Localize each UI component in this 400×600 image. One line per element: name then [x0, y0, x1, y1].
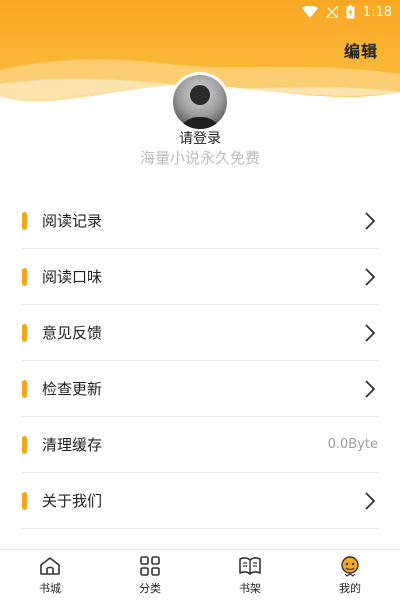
menu-item-label: 清理缓存 — [42, 436, 103, 454]
avatar-image — [181, 85, 219, 129]
menu-item-reading-taste[interactable]: 阅读口味 — [22, 249, 378, 305]
profile-icon — [339, 555, 361, 577]
login-link[interactable]: 请登录 — [0, 128, 400, 148]
cache-size-value: 0.0Byte — [327, 437, 378, 452]
chevron-right-icon — [362, 323, 378, 343]
menu-item-feedback[interactable]: 意见反馈 — [22, 305, 378, 361]
menu-item-check-update[interactable]: 检查更新 — [22, 361, 378, 417]
settings-menu: 阅读记录 阅读口味 意见反馈 检查更新 清理缓存 0.0Byte 关于我们 — [0, 193, 400, 529]
menu-item-label: 检查更新 — [42, 380, 103, 398]
menu-accent-bar — [22, 211, 27, 230]
avatar[interactable] — [170, 72, 230, 132]
menu-accent-bar — [22, 267, 27, 286]
tab-bookshelf[interactable]: 书架 — [200, 550, 300, 600]
status-time: 1:18 — [362, 4, 392, 20]
chevron-right-icon — [362, 211, 378, 231]
wifi-icon — [301, 6, 318, 18]
tab-label: 书城 — [39, 581, 61, 595]
tab-category[interactable]: 分类 — [100, 550, 200, 600]
book-icon — [239, 555, 261, 577]
menu-item-label: 阅读记录 — [42, 212, 103, 230]
chevron-right-icon — [362, 267, 378, 287]
bottom-tab-bar: 书城 分类 书架 我的 — [0, 549, 400, 600]
tab-bookstore[interactable]: 书城 — [0, 550, 100, 600]
home-icon — [39, 555, 61, 577]
chevron-right-icon — [362, 491, 378, 511]
grid-icon — [140, 555, 160, 577]
edit-button[interactable]: 编辑 — [344, 38, 378, 62]
tab-label: 分类 — [139, 581, 161, 595]
tab-mine[interactable]: 我的 — [300, 550, 400, 600]
menu-item-clear-cache[interactable]: 清理缓存 0.0Byte — [22, 417, 378, 473]
menu-accent-bar — [22, 435, 27, 454]
menu-item-label: 关于我们 — [42, 492, 103, 510]
menu-item-about-us[interactable]: 关于我们 — [22, 473, 378, 529]
slogan-text: 海量小说永久免费 — [139, 149, 260, 167]
menu-accent-bar — [22, 379, 27, 398]
status-bar: 1:18 — [301, 0, 392, 24]
menu-item-reading-history[interactable]: 阅读记录 — [22, 193, 378, 249]
no-signal-icon — [325, 6, 338, 18]
menu-accent-bar — [22, 323, 27, 342]
menu-item-label: 意见反馈 — [42, 324, 103, 342]
chevron-right-icon — [362, 379, 378, 399]
tab-label: 书架 — [239, 581, 261, 595]
menu-item-label: 阅读口味 — [42, 268, 103, 286]
menu-accent-bar — [22, 491, 27, 510]
tab-label: 我的 — [339, 581, 361, 595]
battery-charging-icon — [346, 5, 355, 19]
